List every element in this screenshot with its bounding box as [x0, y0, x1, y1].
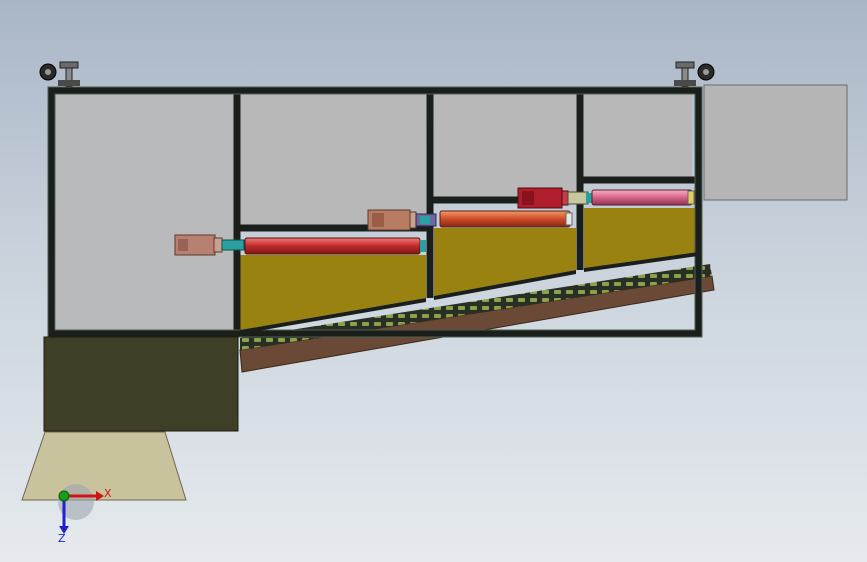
caster-wheel-right-icon [674, 61, 715, 87]
coupling-3 [567, 191, 589, 205]
coordinate-triad-icon[interactable]: X Z [58, 484, 112, 545]
roller-assembly-1 [174, 234, 426, 256]
axis-z-label: Z [58, 532, 66, 545]
assembly-drawing: X Z [21, 61, 848, 545]
pink-roller [591, 189, 693, 206]
caster-wheel-left-icon [39, 61, 80, 87]
red-roller [244, 237, 421, 255]
side-panel-right [703, 84, 848, 201]
coupling-1 [221, 239, 245, 251]
base-block [43, 336, 239, 432]
roller-assembly-2 [367, 209, 573, 231]
orange-roller [439, 210, 571, 228]
cad-viewport[interactable]: X Z [0, 0, 867, 562]
roller-assembly-3 [517, 187, 695, 209]
axis-x-label: X [104, 487, 112, 500]
